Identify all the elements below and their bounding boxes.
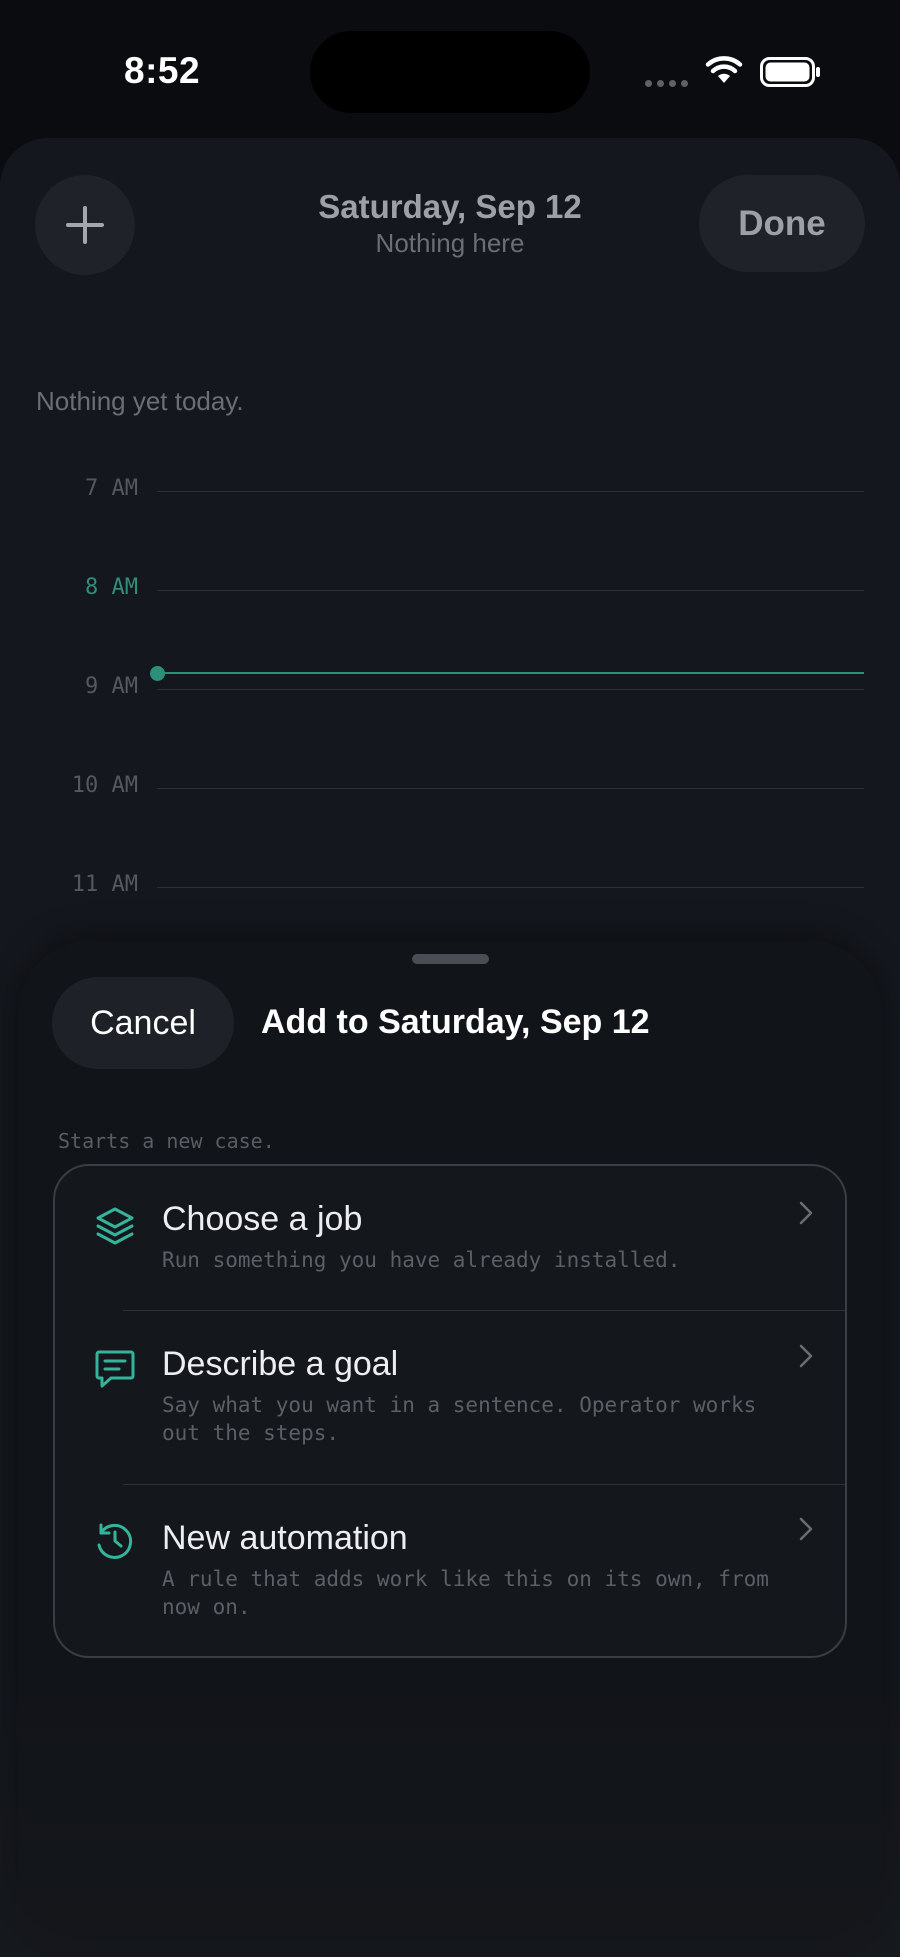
- hour-line: [157, 491, 864, 492]
- chevron-right-icon: [799, 1201, 813, 1225]
- sheet-grabber[interactable]: [412, 954, 489, 964]
- hour-label-current: 8 AM: [85, 575, 138, 600]
- wifi-icon: [705, 56, 743, 83]
- hour-row: 8 AM: [0, 575, 900, 615]
- option-title: Choose a job: [162, 1200, 363, 1238]
- page-subtitle: Nothing here: [375, 228, 525, 258]
- current-time-line: [157, 672, 864, 674]
- options-card: Choose a job Run something you have alre…: [53, 1164, 847, 1658]
- option-description: A rule that adds work like this on its o…: [162, 1567, 769, 1619]
- hour-label: 7 AM: [85, 476, 138, 501]
- option-new-automation[interactable]: New automation A rule that adds work lik…: [55, 1485, 845, 1656]
- battery-icon: [760, 57, 820, 87]
- sheet-title: Add to Saturday, Sep 12: [261, 1003, 650, 1041]
- hour-row: 10 AM: [0, 773, 900, 813]
- option-title: Describe a goal: [162, 1345, 399, 1383]
- hour-label: 11 AM: [71, 872, 138, 897]
- option-choose-job[interactable]: Choose a job Run something you have alre…: [55, 1166, 845, 1310]
- plus-icon: [66, 206, 104, 244]
- history-clock-icon: [97, 1523, 133, 1559]
- status-bar: 8:52: [0, 0, 900, 130]
- empty-day-note: Nothing yet today.: [36, 386, 244, 416]
- hour-label: 10 AM: [71, 773, 138, 798]
- section-caption: Starts a new case.: [58, 1129, 275, 1153]
- option-title: New automation: [162, 1519, 408, 1557]
- hour-line: [157, 689, 864, 690]
- layers-icon: [96, 1207, 134, 1245]
- cancel-button[interactable]: Cancel: [52, 977, 234, 1069]
- hour-row: 9 AM: [0, 674, 900, 714]
- cellular-signal-icon: [645, 80, 688, 87]
- chevron-right-icon: [799, 1344, 813, 1368]
- status-time: 8:52: [124, 50, 201, 91]
- hour-line: [157, 590, 864, 591]
- message-icon: [95, 1350, 135, 1388]
- option-description: Say what you want in a sentence. Operato…: [162, 1393, 757, 1445]
- hour-line: [157, 788, 864, 789]
- hour-line: [157, 887, 864, 888]
- hour-label: 9 AM: [85, 674, 138, 699]
- option-description: Run something you have already installed…: [162, 1248, 681, 1272]
- dynamic-island: [310, 31, 590, 113]
- hour-row: 7 AM: [0, 476, 900, 516]
- current-time-dot: [150, 666, 165, 681]
- option-describe-goal[interactable]: Describe a goal Say what you want in a s…: [55, 1311, 845, 1484]
- page-title: Saturday, Sep 12: [318, 188, 582, 225]
- chevron-right-icon: [799, 1517, 813, 1541]
- done-button[interactable]: Done: [699, 175, 865, 272]
- add-button[interactable]: [35, 175, 135, 275]
- hour-row: 11 AM: [0, 872, 900, 912]
